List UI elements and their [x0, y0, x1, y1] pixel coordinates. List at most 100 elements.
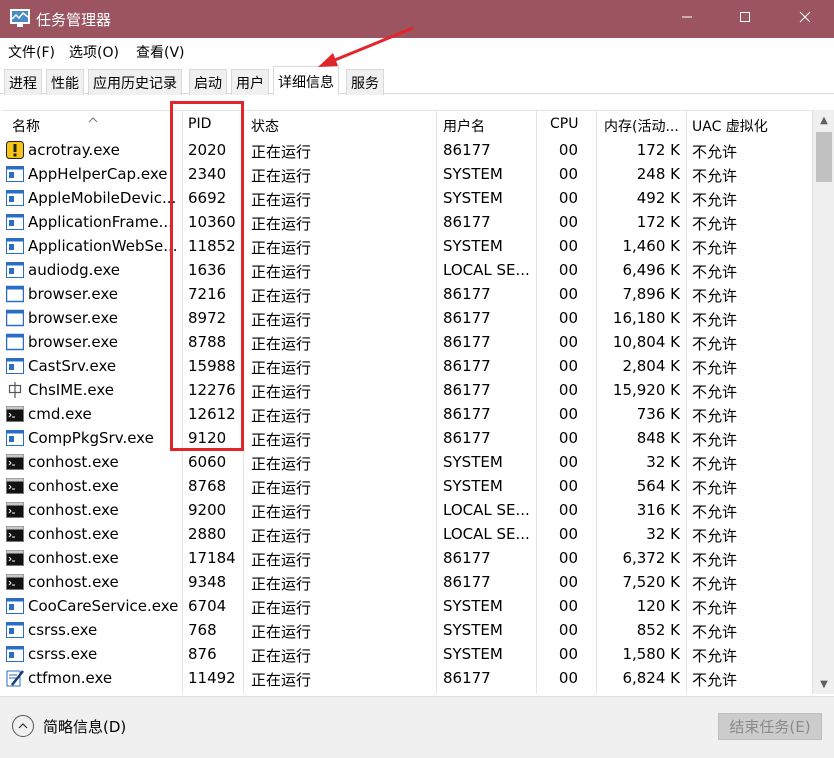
status-cell: 正在运行 [251, 167, 312, 185]
process-name-cell: browser.exe [28, 309, 119, 327]
table-row[interactable]: conhost.exe 6060 正在运行 SYSTEM 00 32 K 不允许 [2, 450, 812, 474]
uac-cell: 不允许 [692, 191, 738, 209]
memory-cell: 172 K [636, 141, 680, 159]
table-row[interactable]: browser.exe 7216 正在运行 86177 00 7,896 K 不允许 [2, 282, 812, 306]
cpu-cell: 00 [558, 357, 578, 375]
username-cell: 86177 [443, 309, 491, 327]
status-cell: 正在运行 [251, 311, 312, 329]
status-cell: 正在运行 [251, 671, 312, 689]
cpu-cell: 00 [558, 165, 578, 183]
cpu-cell: 00 [558, 669, 578, 687]
cpu-cell: 00 [558, 453, 578, 471]
process-name-cell: conhost.exe [28, 573, 119, 591]
status-cell: 正在运行 [251, 263, 312, 281]
username-cell: 86177 [443, 141, 491, 159]
pid-column-highlight-box [170, 101, 244, 451]
table-row[interactable]: CompPkgSrv.exe 9120 正在运行 86177 00 848 K 不允许 [2, 426, 812, 450]
table-row[interactable]: AppleMobileDevic... 6692 正在运行 SYSTEM 00 492 K… [2, 186, 812, 210]
uac-cell: 不允许 [692, 407, 738, 425]
ime-icon [6, 381, 24, 399]
process-name-cell: conhost.exe [28, 525, 119, 543]
process-name-cell: browser.exe [28, 333, 119, 351]
memory-cell: 6,372 K [622, 549, 680, 567]
scroll-thumb[interactable] [816, 132, 832, 182]
fewer-details-button[interactable]: 简略信息(D) [12, 715, 126, 737]
uac-cell: 不允许 [692, 239, 738, 257]
uac-cell: 不允许 [692, 647, 738, 665]
cpu-cell: 00 [558, 237, 578, 255]
process-name-cell: csrss.exe [28, 621, 98, 639]
table-row[interactable]: browser.exe 8788 正在运行 86177 00 10,804 K 不允许 [2, 330, 812, 354]
status-cell: 正在运行 [251, 503, 312, 521]
app-window-icon [6, 261, 24, 279]
cpu-cell: 00 [558, 213, 578, 231]
chevron-up-icon [12, 715, 34, 737]
uac-cell: 不允许 [692, 263, 738, 281]
uac-cell: 不允许 [692, 503, 738, 521]
username-cell: 86177 [443, 381, 491, 399]
pid-cell: 6704 [188, 597, 227, 615]
table-row[interactable]: ApplicationWebSe... 11852 正在运行 SYSTEM 00 1,46… [2, 234, 812, 258]
browser-icon [5, 309, 25, 327]
uac-cell: 不允许 [692, 287, 738, 305]
process-name-cell: conhost.exe [28, 549, 119, 567]
status-cell: 正在运行 [251, 455, 312, 473]
username-cell: SYSTEM [443, 237, 503, 255]
app-window-icon [6, 597, 24, 615]
fewer-details-label: 简略信息(D) [43, 717, 127, 736]
pid-cell: 17184 [188, 549, 236, 567]
process-name-cell: CastSrv.exe [28, 357, 117, 375]
table-row[interactable]: conhost.exe 8768 正在运行 SYSTEM 00 564 K 不允许 [2, 474, 812, 498]
cpu-cell: 00 [558, 621, 578, 639]
memory-cell: 16,180 K [612, 309, 680, 327]
table-row[interactable]: ApplicationFrame... 10360 正在运行 86177 00 172 K… [2, 210, 812, 234]
console-icon [6, 549, 24, 567]
table-row[interactable]: conhost.exe 2880 正在运行 LOCAL SE... 00 32 K 不允许 [2, 522, 812, 546]
console-icon [6, 453, 24, 471]
cpu-cell: 00 [558, 285, 578, 303]
memory-cell: 6,824 K [622, 669, 680, 687]
uac-cell: 不允许 [692, 143, 738, 161]
process-name-cell: acrotray.exe [28, 141, 120, 159]
table-row[interactable]: csrss.exe 768 正在运行 SYSTEM 00 852 K 不允许 [2, 618, 812, 642]
vertical-scrollbar[interactable]: ▲ ▼ [812, 110, 834, 694]
username-cell: SYSTEM [443, 597, 503, 615]
cpu-cell: 00 [558, 333, 578, 351]
table-row[interactable]: audiodg.exe 1636 正在运行 LOCAL SE... 00 6,496 K不… [2, 258, 812, 282]
memory-cell: 2,804 K [622, 357, 680, 375]
process-name-cell: ChsIME.exe [28, 381, 115, 399]
table-row[interactable]: acrotray.exe 2020 正在运行 86177 00 172 K 不允许 [2, 138, 812, 162]
table-row[interactable]: csrss.exe 876 正在运行 SYSTEM 00 1,580 K 不允许 [2, 642, 812, 666]
memory-cell: 492 K [636, 189, 680, 207]
pid-cell: 2880 [188, 525, 227, 543]
uac-cell: 不允许 [692, 455, 738, 473]
scroll-down-arrow-icon[interactable]: ▼ [813, 674, 834, 694]
console-icon [6, 573, 24, 591]
uac-cell: 不允许 [692, 383, 738, 401]
cpu-cell: 00 [558, 597, 578, 615]
table-row[interactable]: CooCareService.exe 6704 正在运行 SYSTEM 00 120 K 不… [2, 594, 812, 618]
pid-cell: 768 [188, 621, 217, 639]
memory-cell: 736 K [636, 405, 680, 423]
username-cell: SYSTEM [443, 165, 503, 183]
table-row[interactable]: ChsIME.exe 12276 正在运行 86177 00 15,920 K 不允许 [2, 378, 812, 402]
process-name-cell: conhost.exe [28, 477, 119, 495]
status-cell: 正在运行 [251, 143, 312, 161]
table-row[interactable]: cmd.exe 12612 正在运行 86177 00 736 K 不允许 [2, 402, 812, 426]
uac-cell: 不允许 [692, 527, 738, 545]
app-window-icon [6, 645, 24, 663]
table-row[interactable]: AppHelperCap.exe 2340 正在运行 SYSTEM 00 248 K 不允许 [2, 162, 812, 186]
status-cell: 正在运行 [251, 551, 312, 569]
end-task-button[interactable]: 结束任务(E) [718, 713, 822, 740]
status-cell: 正在运行 [251, 431, 312, 449]
table-row[interactable]: conhost.exe 17184 正在运行 86177 00 6,372 K 不允许 [2, 546, 812, 570]
table-row[interactable]: conhost.exe 9348 正在运行 86177 00 7,520 K 不允许 [2, 570, 812, 594]
app-window-icon [6, 621, 24, 639]
details-table: 名称 PID 状态 用户名 CPU 内存(活动... UAC 虚拟化 acrot… [2, 110, 812, 694]
table-row[interactable]: ctfmon.exe 11492 正在运行 86177 00 6,824 K 不允许 [2, 666, 812, 690]
table-row[interactable]: CastSrv.exe 15988 正在运行 86177 00 2,804 K 不允许 [2, 354, 812, 378]
app-window-icon [6, 429, 24, 447]
table-row[interactable]: conhost.exe 9200 正在运行 LOCAL SE... 00 316 K 不允许 [2, 498, 812, 522]
username-cell: 86177 [443, 285, 491, 303]
table-row[interactable]: browser.exe 8972 正在运行 86177 00 16,180 K 不允许 [2, 306, 812, 330]
